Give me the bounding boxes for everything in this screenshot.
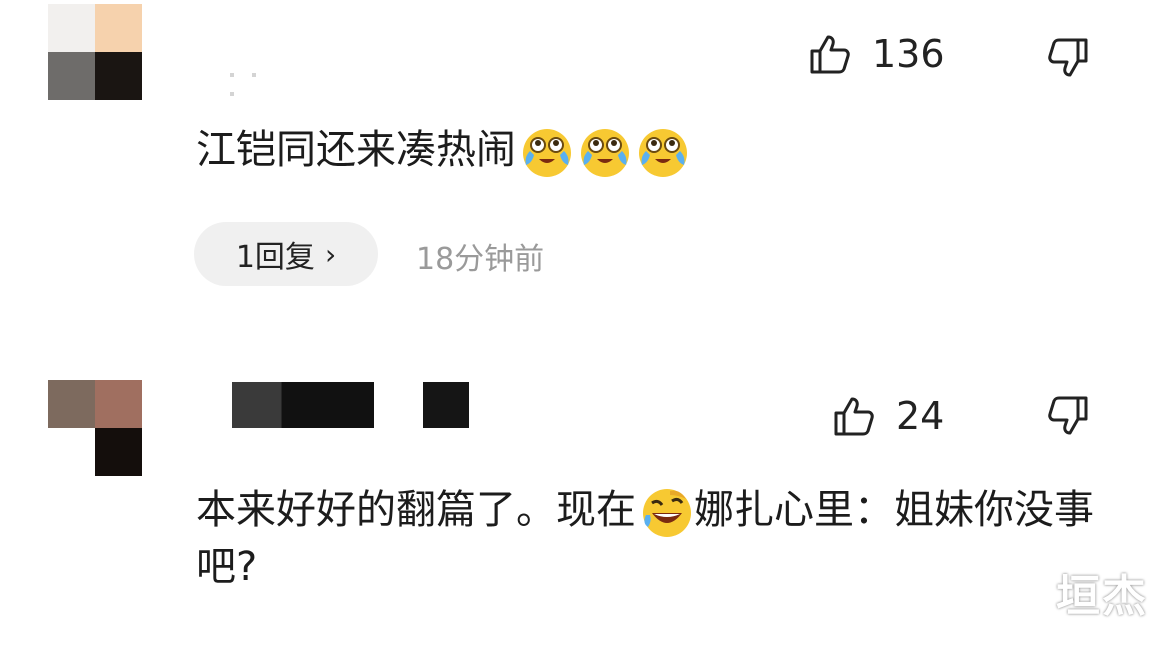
comment-text: 本来好好的翻篇了。现在 娜扎心里：姐妹你没事吧?	[196, 482, 1136, 595]
comment-item: 136 江铠同还来凑热闹 1回复 › 18分钟前	[0, 0, 1174, 330]
avatar[interactable]	[48, 4, 142, 100]
rolling-laugh-emoji	[643, 489, 691, 537]
tears-of-joy-emoji	[639, 129, 687, 177]
tears-of-joy-emoji	[581, 129, 629, 177]
like-count: 24	[896, 394, 945, 438]
thumbs-down-icon[interactable]	[1046, 394, 1090, 438]
avatar[interactable]	[48, 380, 142, 476]
comment-text-part1: 本来好好的翻篇了。现在	[196, 487, 636, 533]
comment-text: 江铠同还来凑热闹	[196, 122, 690, 179]
view-replies-button[interactable]: 1回复 ›	[194, 222, 378, 286]
username-blurred[interactable]	[230, 62, 290, 96]
reply-count-label: 1回复	[235, 240, 315, 275]
like-button[interactable]: 136	[808, 32, 945, 76]
thumbs-up-icon	[834, 397, 874, 436]
thumbs-up-icon	[810, 35, 850, 74]
watermark: 垣杰	[1056, 571, 1148, 622]
like-count: 136	[872, 32, 945, 76]
comment-timestamp: 18分钟前	[416, 242, 545, 277]
like-button[interactable]: 24	[832, 394, 944, 438]
thumbs-down-icon[interactable]	[1046, 36, 1090, 80]
tears-of-joy-emoji	[523, 129, 571, 177]
chevron-right-icon: ›	[324, 237, 337, 271]
comment-item: 24 本来好好的翻篇了。现在 娜扎心里：姐妹你没事吧?	[0, 370, 1174, 654]
comment-text-content: 江铠同还来凑热闹	[196, 127, 516, 173]
